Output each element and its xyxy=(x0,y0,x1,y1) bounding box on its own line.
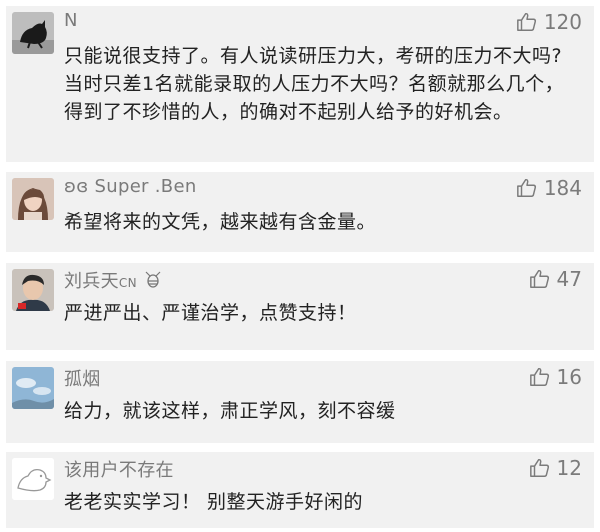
like-button[interactable]: 12 xyxy=(529,456,582,480)
outline-animal-avatar-icon xyxy=(12,458,54,500)
thumbs-up-icon xyxy=(516,12,536,31)
like-button[interactable]: 16 xyxy=(529,365,582,389)
man-portrait-avatar-icon xyxy=(12,269,54,311)
comment-card: N 120 只能说很支持了。有人说读研压力大，考研的压力不大吗?当时只差1名就能… xyxy=(6,6,594,162)
like-count: 184 xyxy=(543,176,582,200)
comment-card: 孤烟 16 给力，就该这样，肃正学风，刻不容缓 xyxy=(6,361,594,443)
author-badge: CN xyxy=(118,276,137,290)
comment-text: 希望将来的文凭，越来越有含金量。 xyxy=(64,211,377,233)
thumbs-up-icon xyxy=(516,178,536,197)
like-count: 47 xyxy=(556,267,582,291)
black-cat-avatar-icon xyxy=(12,12,54,54)
avatar[interactable] xyxy=(12,178,54,220)
comment-author[interactable]: N xyxy=(64,10,78,31)
like-count: 16 xyxy=(556,365,582,389)
comment-card: ʚɞ Super .Ben 184 希望将来的文凭，越来越有含金量。 xyxy=(6,172,594,252)
like-button[interactable]: 120 xyxy=(516,10,582,34)
comment-text: 严进严出、严谨治学，点赞支持！ xyxy=(64,302,357,324)
like-count: 120 xyxy=(543,10,582,34)
like-count: 12 xyxy=(556,456,582,480)
comment-author[interactable]: ʚɞ Super .Ben xyxy=(64,176,197,197)
comment-author[interactable]: 孤烟 xyxy=(64,365,101,391)
like-button[interactable]: 47 xyxy=(529,267,582,291)
avatar[interactable] xyxy=(12,458,54,500)
avatar[interactable] xyxy=(12,269,54,311)
sky-landscape-avatar-icon xyxy=(12,367,54,409)
comment-text: 只能说很支持了。有人说读研压力大，考研的压力不大吗?当时只差1名就能录取的人压力… xyxy=(64,45,565,123)
thumbs-up-icon xyxy=(529,458,549,477)
thumbs-up-icon xyxy=(529,269,549,288)
comment-text: 给力，就该这样，肃正学风，刻不容缓 xyxy=(64,400,396,422)
author-name: 刘兵天 xyxy=(64,271,119,292)
avatar[interactable] xyxy=(12,12,54,54)
comment-author[interactable]: 该用户不存在 xyxy=(64,456,174,482)
avatar[interactable] xyxy=(12,367,54,409)
like-button[interactable]: 184 xyxy=(516,176,582,200)
comment-card: 刘兵天CN 47 严进严出、严谨治学，点赞支持！ xyxy=(6,263,594,350)
comment-card: 该用户不存在 12 老老实实学习！ 别整天游手好闲的 xyxy=(6,452,594,528)
girl-portrait-avatar-icon xyxy=(12,178,54,220)
comment-author[interactable]: 刘兵天CN xyxy=(64,267,163,293)
bee-icon xyxy=(145,271,161,288)
comment-text: 老老实实学习！ 别整天游手好闲的 xyxy=(64,491,364,513)
thumbs-up-icon xyxy=(529,367,549,386)
